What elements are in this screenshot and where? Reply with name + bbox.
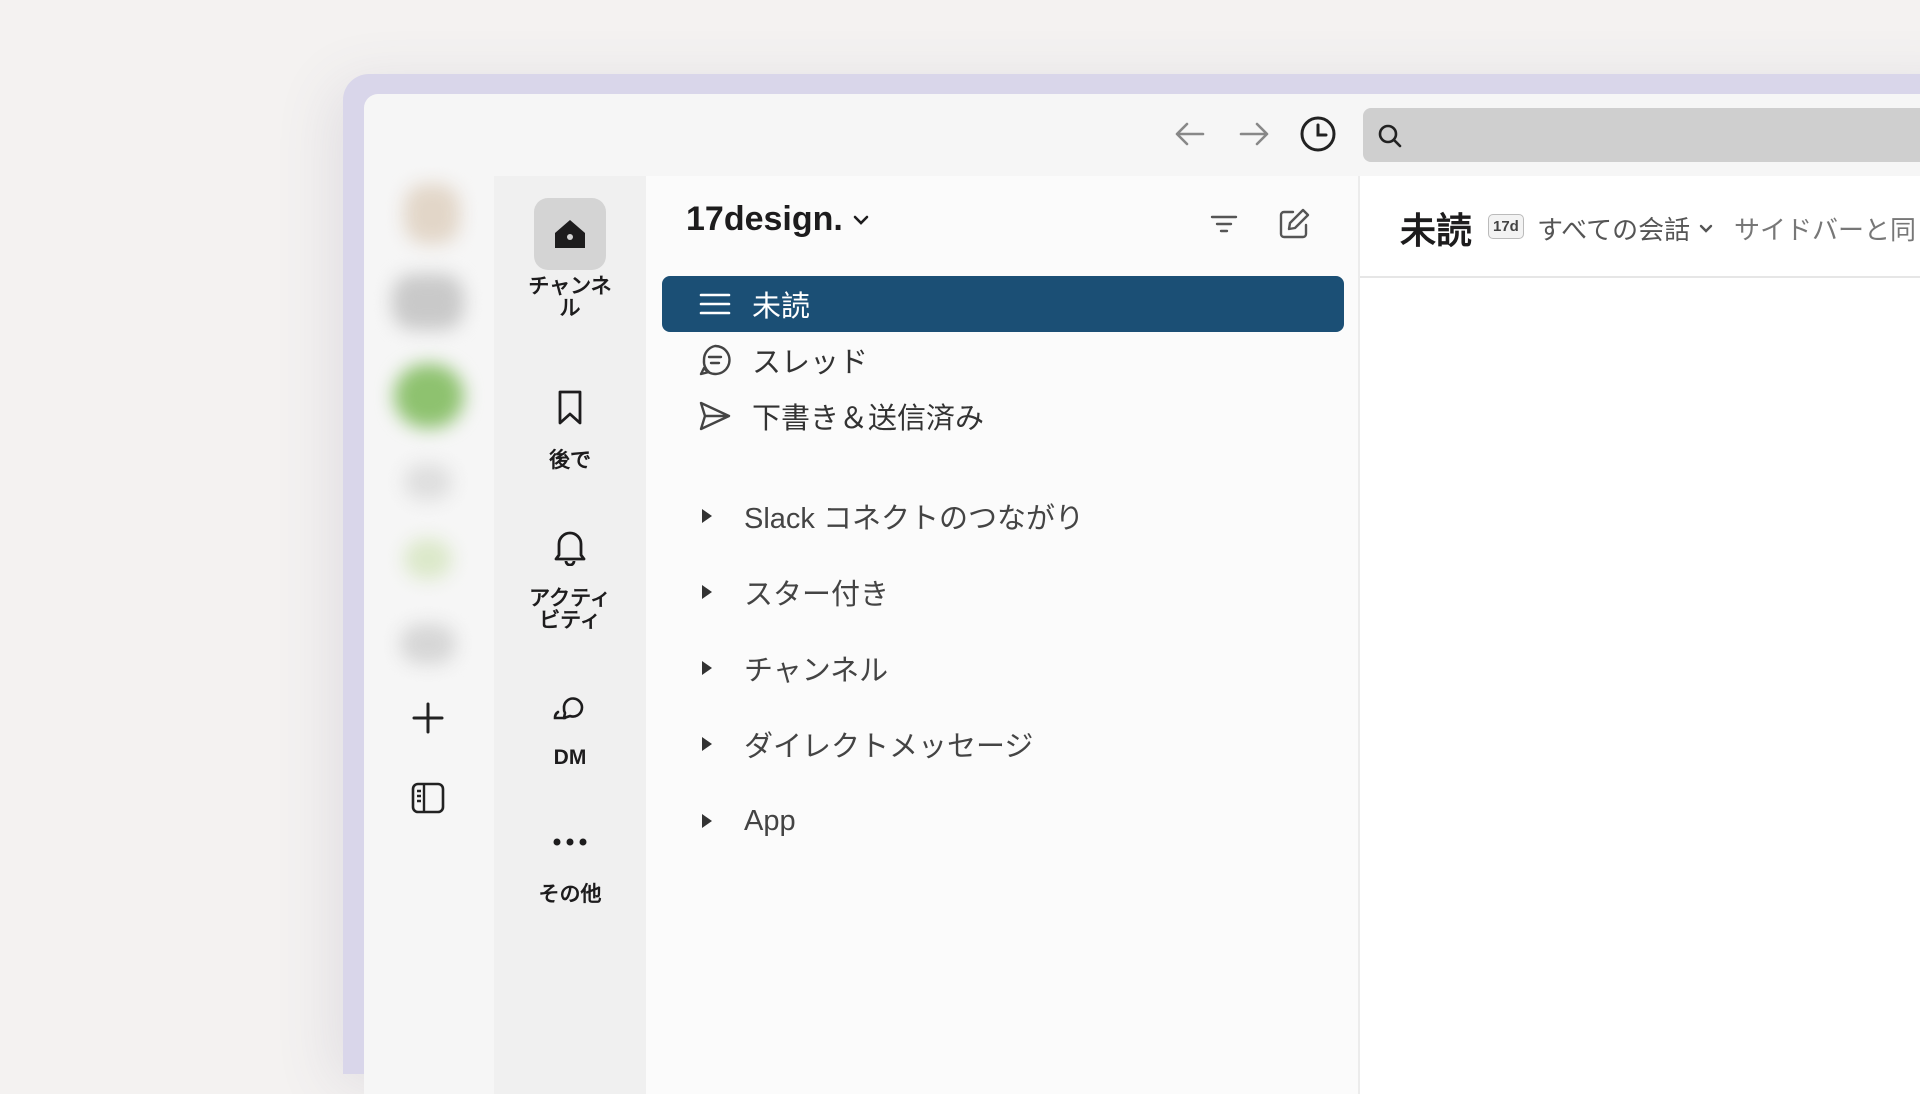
clock-icon bbox=[1300, 116, 1336, 152]
section-dms[interactable]: ダイレクトメッセージ bbox=[662, 716, 1344, 772]
section-slack-connect[interactable]: Slack コネクトのつながり bbox=[662, 488, 1344, 544]
add-workspace-button[interactable] bbox=[404, 694, 452, 742]
page-title: 未読 bbox=[1400, 210, 1473, 251]
nav-label: チャンネ ル bbox=[528, 275, 612, 320]
sidebar-item-unread[interactable]: 未読 bbox=[662, 276, 1344, 332]
sidebar-item-label: 未読 bbox=[752, 291, 811, 323]
nav-activity[interactable]: アクティ ビティ bbox=[494, 510, 646, 632]
section-label: スター付き bbox=[744, 579, 890, 611]
compose-button[interactable] bbox=[1276, 206, 1312, 242]
threads-icon bbox=[690, 343, 740, 377]
caret-right-icon bbox=[702, 814, 712, 828]
nav-label: 後で bbox=[549, 449, 591, 472]
app-window: チャンネ ル 後で アクティ ビティ DM その他 17design. 未読 ス… bbox=[364, 94, 1920, 1094]
workspace-rail bbox=[364, 164, 494, 1094]
caret-right-icon bbox=[702, 737, 712, 751]
back-button[interactable] bbox=[1170, 114, 1210, 154]
section-label: Slack コネクトのつながり bbox=[744, 503, 1084, 535]
dm-icon bbox=[534, 669, 606, 741]
nav-label: DM bbox=[553, 746, 587, 769]
sidebar-sync-option[interactable]: サイドバーと同 bbox=[1734, 210, 1916, 247]
conversation-filter-dropdown[interactable]: すべての会話 bbox=[1537, 210, 1714, 247]
section-channels[interactable]: チャンネル bbox=[662, 640, 1344, 696]
forward-button[interactable] bbox=[1234, 114, 1274, 154]
section-label: App bbox=[744, 804, 796, 837]
toggle-sidebar-button[interactable] bbox=[404, 774, 452, 822]
unread-badge: 17d bbox=[1488, 214, 1524, 239]
filter-label: すべての会話 bbox=[1537, 215, 1691, 245]
channel-sidebar: 17design. 未読 スレッド 下書き＆送信済み Slack コネクトのつな… bbox=[646, 176, 1358, 1094]
main-pane: 未読 17d すべての会話 サイドバーと同 bbox=[1358, 176, 1920, 1094]
chevron-down-icon bbox=[853, 215, 869, 225]
search-icon bbox=[1378, 124, 1402, 148]
section-label: ダイレクトメッセージ bbox=[744, 731, 1034, 763]
sidebar-toggle-icon bbox=[411, 782, 445, 814]
workspace-avatar[interactable] bbox=[404, 464, 452, 500]
chevron-down-icon bbox=[1699, 224, 1713, 233]
main-header: 未読 17d すべての会話 サイドバーと同 bbox=[1360, 176, 1920, 278]
bell-icon bbox=[534, 510, 606, 582]
caret-right-icon bbox=[702, 509, 712, 523]
list-icon bbox=[690, 292, 740, 316]
nav-dm[interactable]: DM bbox=[494, 669, 646, 769]
nav-channels[interactable]: チャンネ ル bbox=[494, 198, 646, 320]
nav-column: チャンネ ル 後で アクティ ビティ DM その他 bbox=[494, 176, 646, 1094]
workspace-avatar[interactable] bbox=[394, 364, 464, 428]
history-button[interactable] bbox=[1298, 114, 1338, 154]
section-label: チャンネル bbox=[744, 655, 889, 687]
filter-icon bbox=[1210, 215, 1238, 233]
sidebar-item-label: 下書き＆送信済み bbox=[752, 403, 985, 435]
sidebar-item-label: スレッド bbox=[752, 347, 869, 379]
nav-more[interactable]: その他 bbox=[494, 806, 646, 906]
sidebar-item-threads[interactable]: スレッド bbox=[662, 332, 1344, 388]
workspace-name: 17design. bbox=[686, 200, 843, 238]
caret-right-icon bbox=[702, 661, 712, 675]
workspace-switcher[interactable]: 17design. bbox=[686, 200, 871, 239]
home-icon bbox=[534, 198, 606, 270]
nav-label: その他 bbox=[538, 883, 602, 906]
send-icon bbox=[690, 400, 740, 432]
workspace-avatar[interactable] bbox=[392, 274, 464, 330]
workspace-avatar[interactable] bbox=[404, 184, 460, 244]
nav-label: アクティ ビティ bbox=[529, 587, 611, 632]
arrow-right-icon bbox=[1239, 122, 1269, 146]
workspace-avatar[interactable] bbox=[400, 624, 456, 664]
section-apps[interactable]: App bbox=[662, 793, 1344, 849]
filter-button[interactable] bbox=[1206, 206, 1242, 242]
more-icon bbox=[534, 806, 606, 878]
compose-icon bbox=[1279, 208, 1310, 239]
caret-right-icon bbox=[702, 585, 712, 599]
arrow-left-icon bbox=[1175, 122, 1205, 146]
plus-icon bbox=[412, 702, 444, 734]
sidebar-item-drafts[interactable]: 下書き＆送信済み bbox=[662, 388, 1344, 444]
workspace-avatar[interactable] bbox=[404, 539, 452, 579]
search-input[interactable] bbox=[1363, 108, 1920, 162]
bookmark-icon bbox=[534, 372, 606, 444]
section-starred[interactable]: スター付き bbox=[662, 564, 1344, 620]
nav-later[interactable]: 後で bbox=[494, 372, 646, 472]
